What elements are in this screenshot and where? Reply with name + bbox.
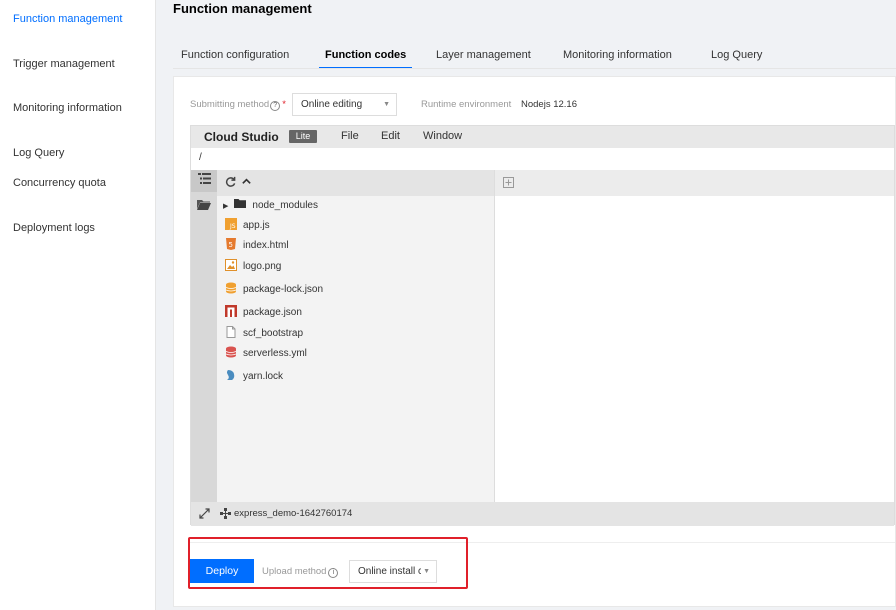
footer-divider — [190, 542, 895, 543]
database-file-icon — [225, 282, 237, 294]
image-file-icon — [225, 259, 237, 272]
ide-menubar: Cloud Studio Lite File Edit Window — [191, 126, 894, 148]
menu-file[interactable]: File — [341, 130, 359, 142]
submit-method-value: Online editing — [301, 99, 363, 110]
file-name: yarn.lock — [243, 371, 284, 382]
list-item-serverless-yml[interactable]: serverless.yml — [225, 345, 307, 363]
ide-brand: Cloud Studio — [204, 130, 279, 144]
editor-tabbar — [494, 170, 894, 196]
npm-file-icon — [225, 305, 237, 318]
add-panel-icon[interactable] — [503, 177, 514, 191]
code-panel: Submitting method? * Online editing ▼ Run… — [173, 76, 896, 607]
list-item-yarn-lock[interactable]: yarn.lock — [225, 368, 283, 386]
list-item-app-js[interactable]: JS app.js — [225, 217, 270, 235]
chevron-down-icon: ▼ — [383, 101, 390, 108]
tab-function-codes[interactable]: Function codes — [319, 49, 413, 69]
svg-text:5: 5 — [229, 241, 233, 249]
runtime-label: Runtime environment — [421, 99, 512, 110]
chevron-right-icon: ▶ — [223, 203, 229, 210]
menu-edit[interactable]: Edit — [381, 130, 400, 142]
list-item-scf-bootstrap[interactable]: scf_bootstrap — [225, 325, 303, 343]
lite-badge: Lite — [289, 130, 317, 143]
submit-method-label: Submitting method? * — [190, 99, 286, 111]
chevron-down-icon: ▼ — [421, 561, 430, 582]
project-tree-icon — [220, 508, 231, 522]
refresh-icon[interactable] — [225, 176, 236, 190]
list-item-logo-png[interactable]: logo.png — [225, 258, 281, 276]
list-tree-icon[interactable] — [191, 170, 217, 192]
upload-method-label: Upload method i — [262, 566, 339, 578]
file-name: app.js — [243, 220, 270, 231]
javascript-file-icon: JS — [225, 218, 237, 231]
sidebar-item-trigger-management[interactable]: Trigger management — [13, 57, 148, 72]
upload-method-select[interactable]: Online install c ▼ — [349, 560, 437, 583]
tab-layer-management[interactable]: Layer management — [436, 49, 531, 69]
ide-activity-bar — [191, 170, 217, 502]
ide-path: / — [199, 152, 202, 163]
sidebar-item-log-query[interactable]: Log Query — [13, 146, 148, 161]
file-name: scf_bootstrap — [243, 328, 304, 339]
collapse-up-icon[interactable] — [241, 176, 252, 190]
html-file-icon: 5 — [225, 238, 237, 251]
file-name: node_modules — [252, 200, 318, 211]
help-icon[interactable]: ? — [270, 101, 281, 111]
expand-icon[interactable] — [199, 508, 210, 522]
list-item-package-json[interactable]: package.json — [225, 304, 302, 322]
list-item-index-html[interactable]: 5 index.html — [225, 237, 289, 255]
main-content: Function management Function configurati… — [157, 0, 896, 610]
folder-icon — [234, 198, 247, 210]
file-explorer: ▶ node_modules JS app.js 5 index.html logo.… — [217, 196, 494, 502]
submit-method-select[interactable]: Online editing ▼ — [292, 93, 397, 116]
yarn-file-icon — [225, 369, 237, 381]
menu-window[interactable]: Window — [423, 130, 462, 142]
deploy-button[interactable]: Deploy — [190, 559, 254, 583]
svg-text:JS: JS — [229, 223, 236, 230]
editor-area[interactable] — [494, 196, 894, 502]
tab-log-query[interactable]: Log Query — [711, 49, 762, 69]
list-item-node-modules[interactable]: ▶ node_modules — [223, 197, 318, 215]
sidebar-item-concurrency-quota[interactable]: Concurrency quota — [13, 176, 148, 191]
tabs-divider — [173, 68, 896, 69]
tab-function-configuration[interactable]: Function configuration — [181, 49, 289, 69]
folder-open-icon[interactable] — [191, 196, 217, 218]
tab-monitoring-information[interactable]: Monitoring information — [563, 49, 672, 69]
file-name: package.json — [243, 307, 302, 318]
page-title: Function management — [173, 1, 312, 16]
list-item-package-lock-json[interactable]: package-lock.json — [225, 281, 323, 299]
upload-method-value: Online install c — [358, 566, 424, 577]
sidebar-item-deployment-logs[interactable]: Deployment logs — [13, 221, 148, 236]
file-name: index.html — [243, 240, 289, 251]
project-name: express_demo-1642760174 — [234, 508, 353, 519]
file-name: package-lock.json — [243, 284, 324, 295]
sidebar-item-function-management[interactable]: Function management — [13, 12, 148, 27]
file-name: logo.png — [243, 261, 282, 272]
help-icon[interactable]: i — [328, 568, 339, 578]
runtime-value: Nodejs 12.16 — [521, 99, 577, 110]
explorer-toolbar — [217, 170, 494, 196]
sidebar: Function management Trigger management M… — [0, 0, 156, 610]
cloud-studio-ide: Cloud Studio Lite File Edit Window / ▶ n… — [190, 125, 895, 526]
yaml-file-icon — [225, 346, 237, 358]
ide-status-bar: express_demo-1642760174 — [191, 502, 894, 526]
blank-file-icon — [225, 326, 237, 339]
file-name: serverless.yml — [243, 348, 307, 359]
sidebar-item-monitoring-information[interactable]: Monitoring information — [13, 101, 148, 116]
